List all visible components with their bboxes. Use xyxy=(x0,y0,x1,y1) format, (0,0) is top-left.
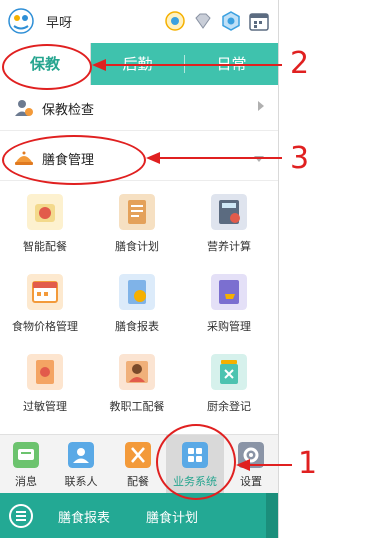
calendar-price-icon xyxy=(27,274,63,310)
report-icon xyxy=(119,274,155,310)
annotation-ellipse-tab xyxy=(2,44,92,90)
shortcut-meal-report[interactable]: 膳食报表 xyxy=(58,507,110,526)
annotation-arrow-3 xyxy=(158,157,282,159)
annotation-ellipse-section xyxy=(2,135,146,185)
annotation-arrow-2 xyxy=(104,64,282,66)
staff-meal-icon xyxy=(119,354,155,390)
grid-label: 膳食报表 xyxy=(115,320,159,333)
calendar-icon[interactable] xyxy=(248,10,270,32)
menu-line xyxy=(16,511,26,513)
chevron-right-icon xyxy=(258,101,264,111)
shortcut-meal-plan[interactable]: 膳食计划 xyxy=(146,507,198,526)
location-icon[interactable] xyxy=(164,10,186,32)
scale-icon xyxy=(27,194,63,230)
bottom-bar-edge xyxy=(266,493,278,538)
grid-item-meal-plan[interactable]: 膳食计划 xyxy=(92,194,182,264)
annotation-number-3: 3 xyxy=(290,141,310,176)
grid-item-meal-report[interactable]: 膳食报表 xyxy=(92,274,182,344)
grid-item-food-price[interactable]: 食物价格管理 xyxy=(0,274,90,344)
annotation-number-2: 2 xyxy=(290,46,310,81)
annotation-arrowhead-3 xyxy=(146,152,160,164)
section-baojiao-check[interactable]: 保教检查 xyxy=(0,86,278,131)
annotation-arrow-1 xyxy=(248,464,292,466)
logo-icon xyxy=(8,8,34,34)
grid-label: 膳食计划 xyxy=(115,240,159,253)
annotation-arrowhead-2 xyxy=(92,59,106,71)
person-check-icon xyxy=(15,100,33,116)
contacts-icon xyxy=(68,442,94,468)
grid-label: 智能配餐 xyxy=(23,240,67,253)
annotation-number-1: 1 xyxy=(298,446,318,481)
nav-contacts[interactable]: 联系人 xyxy=(52,435,110,493)
fork-knife-icon xyxy=(125,442,151,468)
bottom-bar: 膳食报表 膳食计划 xyxy=(0,493,278,538)
grid-label: 采购管理 xyxy=(207,320,251,333)
grid-label: 教职工配餐 xyxy=(109,400,165,413)
clipboard-icon xyxy=(119,194,155,230)
calculator-icon xyxy=(211,194,247,230)
grid-label: 过敏管理 xyxy=(23,400,67,413)
trash-icon xyxy=(211,354,247,390)
cart-icon xyxy=(211,274,247,310)
grid-label: 营养计算 xyxy=(207,240,251,253)
nav-label: 消息 xyxy=(15,475,37,488)
nav-label: 联系人 xyxy=(64,475,98,488)
menu-line xyxy=(16,515,26,517)
menu-icon[interactable] xyxy=(9,504,33,528)
grid-item-kitchen-waste[interactable]: 厨余登记 xyxy=(184,354,274,424)
grid-label: 厨余登记 xyxy=(207,400,251,413)
annotation-ellipse-nav xyxy=(156,424,236,500)
message-icon xyxy=(13,442,39,468)
annotation-arrowhead-1 xyxy=(236,459,250,471)
nav-messages[interactable]: 消息 xyxy=(0,435,52,493)
grid-item-staff-meal[interactable]: 教职工配餐 xyxy=(92,354,182,424)
grid-item-nutrition-calc[interactable]: 营养计算 xyxy=(184,194,274,264)
grid-item-smart-meal[interactable]: 智能配餐 xyxy=(0,194,90,264)
section-label: 保教检查 xyxy=(42,103,95,118)
menu-line xyxy=(16,519,26,521)
grid-item-purchase[interactable]: 采购管理 xyxy=(184,274,274,344)
hexagon-icon[interactable] xyxy=(220,10,242,32)
header: 早呀 xyxy=(0,0,278,42)
grid-item-allergy[interactable]: 过敏管理 xyxy=(0,354,90,424)
greeting-text: 早呀 xyxy=(46,16,73,31)
allergy-icon xyxy=(27,354,63,390)
diamond-icon[interactable] xyxy=(192,10,214,32)
grid-label: 食物价格管理 xyxy=(12,320,78,333)
